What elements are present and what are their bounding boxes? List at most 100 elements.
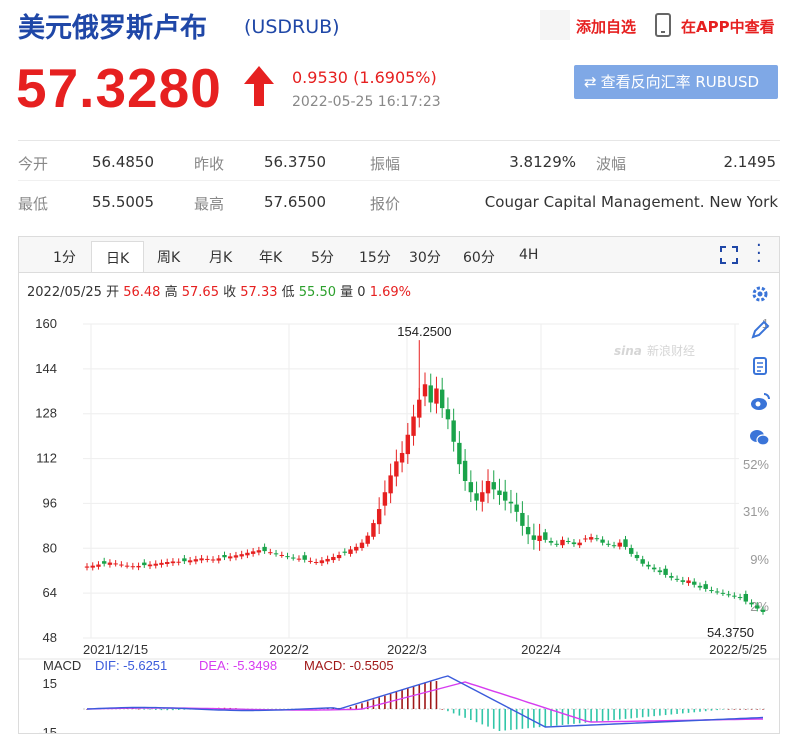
candle-body (720, 592, 726, 594)
page-title: 美元俄罗斯卢布 (18, 13, 207, 44)
add-favorite-link[interactable]: 添加自选 (576, 16, 636, 37)
candle-body (124, 565, 130, 567)
gear-icon (752, 286, 768, 302)
stat-label: 报价 (370, 195, 401, 213)
candle-body (714, 591, 720, 593)
macd-bar (452, 709, 455, 714)
candle-body (640, 559, 645, 564)
candle-body (273, 553, 279, 555)
candle-body (113, 563, 118, 565)
candle-body (623, 539, 628, 547)
macd-bar (166, 709, 169, 711)
candle-body (760, 609, 766, 612)
view-in-app-link[interactable]: 在APP中查看 (681, 16, 775, 37)
candle-body (508, 501, 514, 504)
candle-body (451, 420, 456, 442)
candle-body (646, 564, 651, 567)
stats-table: 今开 56.4850 昨收 56.3750 振幅 3.8129% 波幅 2.14… (18, 140, 780, 221)
chart-panel: 1分 日K 周K 月K 年K 5分 15分 30分 60分 4H · · · 202… (18, 236, 780, 734)
candle-body (411, 416, 416, 436)
candle-body (268, 552, 273, 554)
x-tick-label: 2022/5/25 (709, 642, 767, 657)
macd-bar (578, 709, 581, 724)
macd-bar (762, 709, 764, 710)
macd-bar (630, 709, 633, 719)
candle-body (497, 490, 502, 496)
right-tick-label: 2% (750, 599, 769, 614)
candle-body (250, 551, 256, 554)
current-price: 57.3280 (16, 57, 222, 119)
macd-bar (510, 709, 512, 730)
notes-button[interactable] (741, 349, 779, 383)
wechat-icon (750, 430, 770, 446)
candle-body (302, 555, 307, 560)
share-wechat-button[interactable] (741, 421, 779, 455)
macd-bar (172, 709, 174, 711)
share-weibo-button[interactable] (741, 385, 779, 419)
candle-body (743, 593, 749, 602)
candle-body (285, 556, 290, 558)
macd-bar (441, 709, 443, 710)
candle-body (709, 590, 714, 592)
macd-bar (567, 709, 570, 725)
macd-bar (378, 697, 380, 709)
macd-bar (487, 709, 489, 727)
macd-bar (481, 709, 484, 725)
up-arrow-icon (244, 66, 274, 106)
symbol-code: (USDRUB) (244, 16, 340, 38)
macd-bar (618, 709, 621, 720)
macd-dif-label: DIF: -5.6251 (95, 658, 167, 673)
candle-body (474, 493, 479, 501)
candle-body (182, 558, 187, 562)
candle-body (388, 475, 393, 494)
macd-bar (355, 705, 358, 709)
candle-body (680, 580, 685, 582)
draw-button[interactable] (741, 313, 779, 347)
macd-bar (739, 709, 741, 710)
last-price-label: 54.3750 (707, 625, 754, 640)
candle-body (296, 558, 302, 560)
macd-bar (676, 709, 678, 714)
candle-body (199, 558, 204, 561)
inverse-rate-button[interactable]: ⇄ 查看反向汇率 RUBUSD (574, 65, 778, 99)
macd-y-tick: 15 (43, 676, 57, 691)
macd-bar (670, 709, 673, 715)
macd-bar (750, 709, 753, 710)
candle-body (233, 555, 239, 558)
candle-body (405, 434, 411, 455)
macd-bar (143, 709, 146, 710)
candlestick-chart[interactable]: 160 144 128 112 96 80 64 48 2021/12/15 2022/2 2022… (19, 237, 779, 733)
macd-title: MACD (43, 658, 81, 673)
macd-bar (149, 709, 151, 710)
stats-row: 最低 55.5005 最高 57.6500 报价 Cougar Capital … (18, 181, 780, 221)
candle-body (548, 540, 554, 543)
candle-body (107, 562, 113, 565)
macd-bar (641, 709, 644, 718)
stat-label: 最高 (194, 195, 225, 213)
macd-bar (601, 709, 604, 722)
stat-label: 最低 (18, 195, 49, 213)
macd-bar (624, 709, 627, 719)
candle-body (359, 542, 365, 549)
candle-body (651, 567, 657, 570)
candle-body (428, 385, 433, 403)
candle-body (187, 560, 193, 563)
candle-body (554, 543, 559, 545)
y-tick-label: 96 (43, 495, 57, 510)
weibo-icon (751, 393, 770, 410)
candle-body (434, 388, 439, 404)
macd-bar (429, 681, 432, 709)
candle-body (600, 539, 605, 543)
right-tick-label: 31% (743, 504, 769, 519)
candle-body (726, 594, 731, 596)
x-tick-label: 2021/12/15 (83, 642, 148, 657)
candle-body (205, 558, 210, 560)
macd-bar (590, 709, 592, 723)
y-tick-label: 64 (43, 585, 57, 600)
x-tick-label: 2022/4 (521, 642, 561, 657)
settings-button[interactable] (741, 277, 779, 311)
candle-body (491, 482, 496, 490)
macd-bar (544, 709, 547, 727)
candle-body (480, 492, 485, 502)
macd-bar (401, 690, 403, 709)
